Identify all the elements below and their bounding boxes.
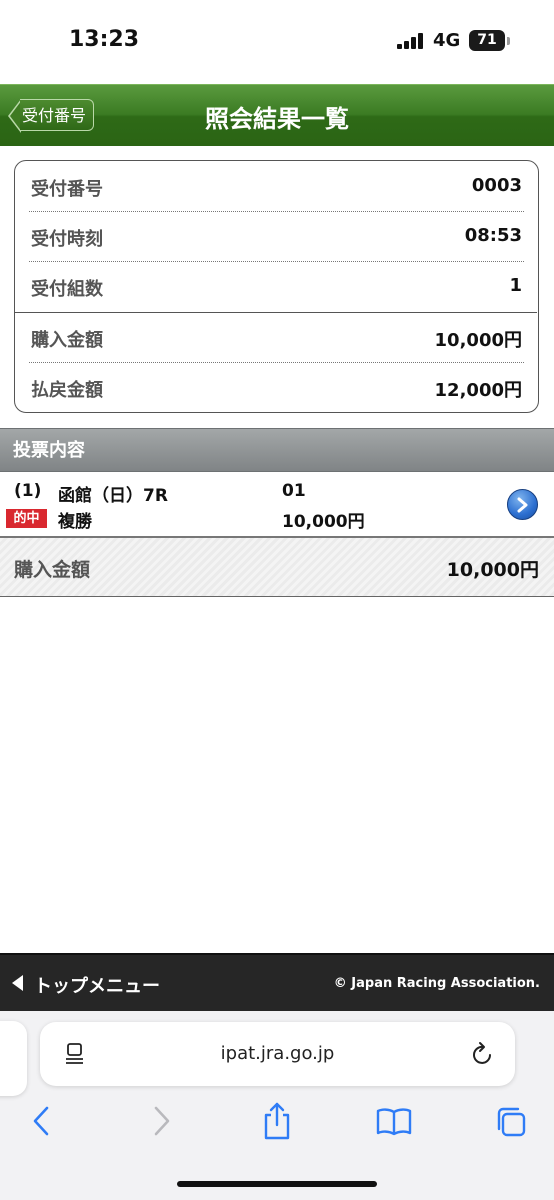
summary-label: 受付組数 (31, 279, 103, 300)
previous-tab-preview[interactable] (0, 1021, 27, 1096)
summary-row-payout-amount: 払戻金額 12,000円 (29, 362, 524, 412)
home-indicator (177, 1181, 377, 1187)
page-title: 照会結果一覧 (205, 105, 349, 133)
summary-label: 受付番号 (31, 179, 103, 200)
summary-value: 1 (509, 275, 522, 296)
summary-label: 購入金額 (31, 330, 103, 351)
total-label: 購入金額 (14, 559, 91, 581)
battery-cap (507, 37, 510, 45)
app-header: 受付番号 照会結果一覧 (0, 84, 554, 146)
summary-value: 08:53 (464, 225, 522, 246)
total-value: 10,000円 (446, 559, 539, 581)
network-type: 4G (433, 30, 461, 51)
status-time: 13:23 (69, 27, 140, 52)
tabs-icon[interactable] (494, 1105, 528, 1139)
url-text: ipat.jra.go.jp (220, 1043, 335, 1064)
chevron-right-icon[interactable] (507, 489, 538, 520)
summary-row-receipt-time: 受付時刻 08:53 (29, 211, 524, 261)
bet-horse-number: 01 (282, 481, 306, 501)
top-menu-link[interactable]: トップメニュー (34, 972, 160, 998)
bet-type: 複勝 (58, 512, 92, 532)
share-icon[interactable] (261, 1101, 293, 1141)
summary-value: 12,000円 (434, 380, 522, 401)
status-bar: 13:23 4G 71 (0, 0, 554, 84)
summary-row-receipt-number: 受付番号 0003 (29, 161, 524, 211)
summary-row-set-count: 受付組数 1 (29, 261, 524, 311)
signal-icon (397, 33, 427, 49)
section-title: 投票内容 (0, 428, 554, 472)
triangle-left-icon (12, 975, 23, 991)
forward-icon[interactable] (149, 1104, 173, 1138)
total-row: 購入金額 10,000円 (0, 538, 554, 597)
bet-row[interactable]: (1) 函館（日）7R 01 的中 複勝 10,000円 (0, 473, 554, 538)
back-icon[interactable] (30, 1104, 54, 1138)
summary-card: 受付番号 0003 受付時刻 08:53 受付組数 1 購入金額 10,000円… (14, 160, 539, 413)
reload-icon[interactable] (471, 1041, 495, 1067)
battery-icon: 71 (469, 30, 505, 51)
hit-badge: 的中 (6, 509, 47, 528)
summary-row-purchase-amount: 購入金額 10,000円 (29, 312, 524, 362)
url-bar[interactable]: ipat.jra.go.jp (40, 1022, 515, 1086)
copyright: © Japan Racing Association. (333, 976, 540, 991)
bet-number: (1) (14, 481, 42, 501)
summary-label: 受付時刻 (31, 229, 103, 250)
bet-race: 函館（日）7R (58, 486, 168, 506)
summary-value: 0003 (471, 175, 522, 196)
site-footer: トップメニュー © Japan Racing Association. (0, 953, 554, 1013)
bet-amount: 10,000円 (282, 512, 365, 532)
summary-value: 10,000円 (434, 330, 522, 351)
summary-label: 払戻金額 (31, 380, 103, 401)
bookmarks-icon[interactable] (376, 1107, 412, 1137)
browser-toolbar: ipat.jra.go.jp (0, 1011, 554, 1200)
